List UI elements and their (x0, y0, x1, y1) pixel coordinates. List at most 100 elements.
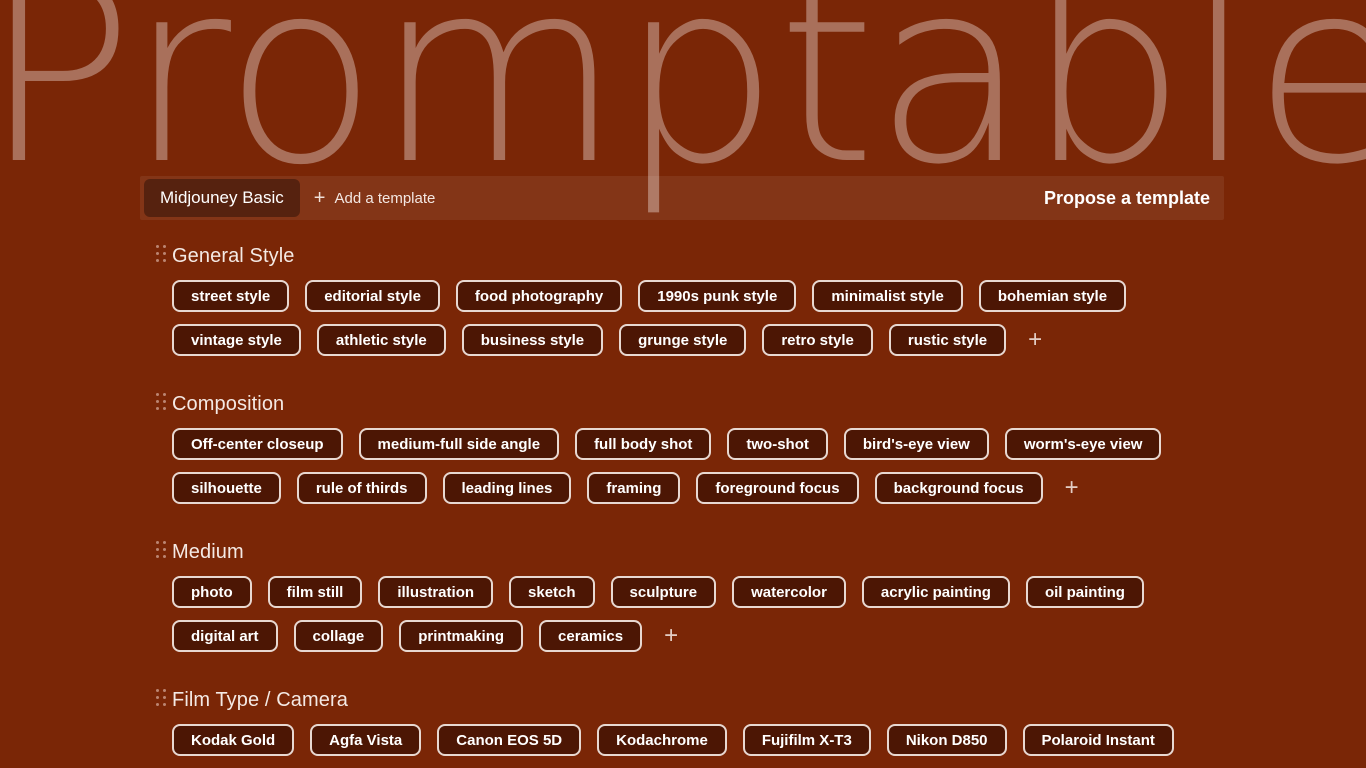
tag-chip[interactable]: worm's-eye view (1004, 428, 1162, 460)
chip-rows: Kodak Gold Agfa Vista Canon EOS 5D Kodachro… (172, 724, 1366, 756)
handle-dot (163, 703, 166, 706)
tag-chip[interactable]: framing (587, 472, 681, 504)
tag-chip[interactable]: Nikon D850 (886, 724, 1007, 756)
tag-chip[interactable]: bohemian style (978, 280, 1127, 312)
chip-row: Off-center closeup medium-full side angle… (172, 428, 1366, 460)
chip-row: street style editorial style food photogra… (172, 280, 1366, 312)
section: Medium photo film still illustration sketch s… (0, 536, 1366, 652)
handle-dot (156, 689, 159, 692)
tag-chip[interactable]: editorial style (305, 280, 440, 312)
tag-chip[interactable]: vintage style (172, 324, 301, 356)
handle-dot (163, 393, 166, 396)
section-header: General Style (156, 240, 1366, 272)
tag-chip[interactable]: Kodachrome (597, 724, 727, 756)
add-chip-button[interactable]: + (1024, 328, 1046, 352)
tag-chip[interactable]: silhouette (172, 472, 281, 504)
section-title: Composition (172, 392, 285, 415)
handle-dot (163, 400, 166, 403)
handle-dot (163, 541, 166, 544)
tag-chip[interactable]: 1990s punk style (638, 280, 797, 312)
handle-dot (156, 555, 159, 558)
tag-chip[interactable]: photo (172, 576, 252, 608)
handle-dot (156, 696, 159, 699)
tag-chip[interactable]: Off-center closeup (172, 428, 343, 460)
tag-chip[interactable]: full body shot (575, 428, 712, 460)
tag-chip[interactable]: grunge style (619, 324, 747, 356)
chip-row: vintage style athletic style business styl… (172, 324, 1366, 356)
tag-chip[interactable]: digital art (172, 620, 278, 652)
sections-list: General Style street style editorial style… (0, 240, 1366, 768)
tag-chip[interactable]: retro style (762, 324, 873, 356)
handle-dot (163, 252, 166, 255)
tabs-container: Midjouney Basic (140, 179, 300, 217)
handle-dot (156, 393, 159, 396)
handle-dot (163, 689, 166, 692)
handle-dot (163, 696, 166, 699)
drag-handle-icon[interactable] (156, 393, 166, 415)
tag-chip[interactable]: Kodak Gold (172, 724, 295, 756)
drag-handle-icon[interactable] (156, 541, 166, 563)
tag-chip[interactable]: bird's-eye view (843, 428, 989, 460)
add-chip-button[interactable]: + (1061, 476, 1083, 500)
app-root: Midjouney Basic + Add a template Propose… (0, 0, 1366, 768)
tag-chip[interactable]: printmaking (399, 620, 524, 652)
tag-chip[interactable]: Fujifilm X-T3 (742, 724, 871, 756)
tag-chip[interactable]: acrylic painting (861, 576, 1010, 608)
tag-chip[interactable]: street style (172, 280, 290, 312)
tag-chip[interactable]: minimalist style (812, 280, 963, 312)
drag-handle-icon[interactable] (156, 245, 166, 267)
tag-chip[interactable]: sketch (509, 576, 595, 608)
chip-row: photo film still illustration sketch sculptu… (172, 576, 1366, 608)
section: General Style street style editorial style… (0, 240, 1366, 356)
tag-chip[interactable]: Polaroid Instant (1022, 724, 1174, 756)
tag-chip[interactable]: sculpture (610, 576, 717, 608)
section: Film Type / Camera Kodak Gold Agfa Vista Ca… (0, 684, 1366, 756)
section-title: Film Type / Camera (172, 688, 348, 711)
propose-template-button[interactable]: Propose a template (1044, 188, 1210, 209)
tag-chip[interactable]: rule of thirds (296, 472, 427, 504)
tag-chip[interactable]: rustic style (888, 324, 1007, 356)
add-chip-button[interactable]: + (660, 624, 682, 648)
section-title: Medium (172, 540, 244, 563)
chip-row: digital art collage printmaking ceramics + (172, 620, 1366, 652)
tag-chip[interactable]: foreground focus (696, 472, 859, 504)
tag-chip[interactable]: illustration (378, 576, 494, 608)
tag-chip[interactable]: Canon EOS 5D (437, 724, 582, 756)
handle-dot (156, 259, 159, 262)
template-tab[interactable]: Midjouney Basic (144, 179, 300, 217)
tag-chip[interactable]: background focus (874, 472, 1043, 504)
chip-row: silhouette rule of thirds leading lines fra… (172, 472, 1366, 504)
handle-dot (156, 400, 159, 403)
tag-chip[interactable]: food photography (455, 280, 623, 312)
tag-chip[interactable]: two-shot (727, 428, 828, 460)
handle-dot (156, 548, 159, 551)
handle-dot (156, 703, 159, 706)
tag-chip[interactable]: oil painting (1025, 576, 1144, 608)
add-template-button[interactable]: + Add a template (314, 188, 436, 208)
tag-chip[interactable]: business style (461, 324, 604, 356)
section-header: Medium (156, 536, 1366, 568)
handle-dot (156, 252, 159, 255)
handle-dot (163, 555, 166, 558)
handle-dot (156, 407, 159, 410)
tag-chip[interactable]: watercolor (732, 576, 846, 608)
tag-chip[interactable]: leading lines (442, 472, 572, 504)
handle-dot (156, 245, 159, 248)
plus-icon: + (313, 187, 326, 209)
tag-chip[interactable]: collage (293, 620, 384, 652)
tag-chip[interactable]: ceramics (539, 620, 643, 652)
tag-chip[interactable]: athletic style (316, 324, 446, 356)
handle-dot (163, 548, 166, 551)
tag-chip[interactable]: Agfa Vista (310, 724, 422, 756)
drag-handle-icon[interactable] (156, 689, 166, 711)
section: Composition Off-center closeup medium-full… (0, 388, 1366, 504)
tag-chip[interactable]: medium-full side angle (358, 428, 560, 460)
section-title: General Style (172, 244, 295, 267)
section-header: Film Type / Camera (156, 684, 1366, 716)
tag-chip[interactable]: film still (267, 576, 363, 608)
chip-rows: Off-center closeup medium-full side angle… (172, 428, 1366, 504)
template-tab-bar: Midjouney Basic + Add a template Propose… (140, 176, 1224, 220)
handle-dot (163, 245, 166, 248)
